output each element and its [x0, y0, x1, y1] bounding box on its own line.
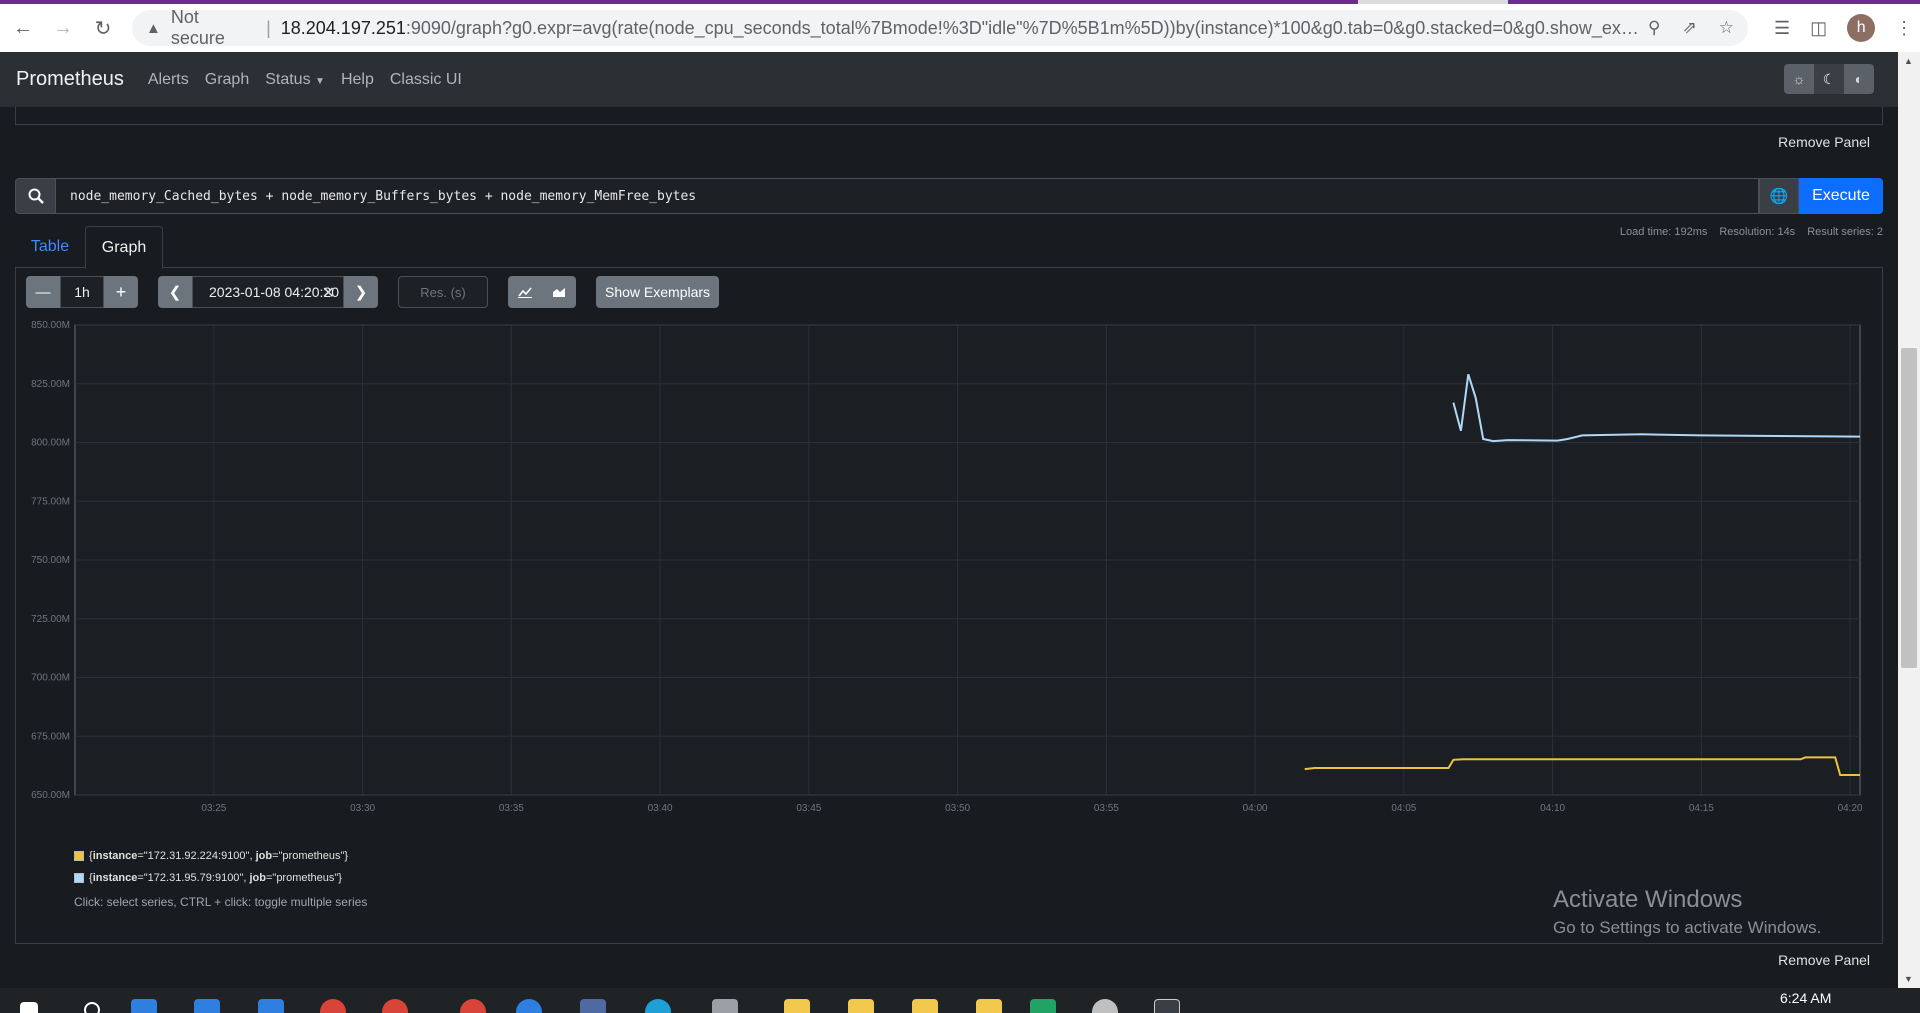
- x-tick-label: 04:00: [1243, 803, 1268, 814]
- x-tick-label: 04:10: [1540, 803, 1565, 814]
- legend-swatch: [74, 873, 84, 883]
- taskbar-clock: 6:24 AM: [1780, 990, 1832, 1006]
- chrome-icon[interactable]: [320, 999, 346, 1013]
- x-tick-label: 03:25: [201, 803, 226, 814]
- settings-icon[interactable]: [1092, 999, 1118, 1013]
- y-tick-label: 775.00M: [31, 496, 70, 507]
- x-tick-label: 03:40: [648, 803, 673, 814]
- x-tick-label: 03:45: [796, 803, 821, 814]
- legend-swatch: [74, 851, 84, 861]
- y-tick-label: 725.00M: [31, 614, 70, 625]
- activate-windows-watermark: Activate Windows Go to Settings to activ…: [1553, 886, 1821, 938]
- legend-item[interactable]: {instance="172.31.92.224:9100", job="pro…: [74, 845, 367, 867]
- y-tick-label: 650.00M: [31, 790, 70, 801]
- windows-taskbar: 6:24 AM: [0, 988, 1920, 1013]
- watermark-title: Activate Windows: [1553, 886, 1743, 913]
- folder-icon[interactable]: [976, 999, 1002, 1013]
- legend-hint: Click: select series, CTRL + click: togg…: [74, 895, 368, 909]
- folder-icon[interactable]: [784, 999, 810, 1013]
- excel-icon[interactable]: [1030, 999, 1056, 1013]
- edge-icon[interactable]: [645, 999, 671, 1013]
- x-tick-label: 03:35: [499, 803, 524, 814]
- x-tick-label: 04:20: [1838, 803, 1863, 814]
- app-icon[interactable]: [712, 999, 738, 1013]
- legend-label: {instance="172.31.95.79:9100", job="prom…: [89, 872, 342, 884]
- x-tick-label: 04:05: [1391, 803, 1416, 814]
- x-tick-label: 03:55: [1094, 803, 1119, 814]
- vscode-icon[interactable]: [258, 999, 284, 1013]
- y-tick-label: 800.00M: [31, 438, 70, 449]
- folder-icon[interactable]: [848, 999, 874, 1013]
- legend-label: {instance="172.31.92.224:9100", job="pro…: [89, 850, 349, 862]
- legend-item[interactable]: {instance="172.31.95.79:9100", job="prom…: [74, 867, 367, 889]
- chrome-icon[interactable]: [460, 999, 486, 1013]
- search-taskbar-icon[interactable]: [84, 1002, 100, 1013]
- terminal-icon[interactable]: [1154, 999, 1180, 1013]
- chrome-icon[interactable]: [382, 999, 408, 1013]
- y-tick-label: 850.00M: [31, 320, 70, 331]
- vscode-icon[interactable]: [131, 999, 157, 1013]
- remove-panel-link[interactable]: Remove Panel: [1778, 952, 1870, 968]
- app-icon[interactable]: [580, 999, 606, 1013]
- vscode-icon[interactable]: [194, 999, 220, 1013]
- y-tick-label: 825.00M: [31, 379, 70, 390]
- y-tick-label: 750.00M: [31, 555, 70, 566]
- app-icon[interactable]: [516, 999, 542, 1013]
- x-tick-label: 03:30: [350, 803, 375, 814]
- y-tick-label: 675.00M: [31, 731, 70, 742]
- start-icon[interactable]: [20, 1002, 38, 1013]
- x-tick-label: 04:15: [1689, 803, 1714, 814]
- folder-icon[interactable]: [912, 999, 938, 1013]
- graph-legend: {instance="172.31.92.224:9100", job="pro…: [74, 845, 367, 909]
- x-tick-label: 03:50: [945, 803, 970, 814]
- y-tick-label: 700.00M: [31, 673, 70, 684]
- watermark-subtitle: Go to Settings to activate Windows.: [1553, 918, 1822, 937]
